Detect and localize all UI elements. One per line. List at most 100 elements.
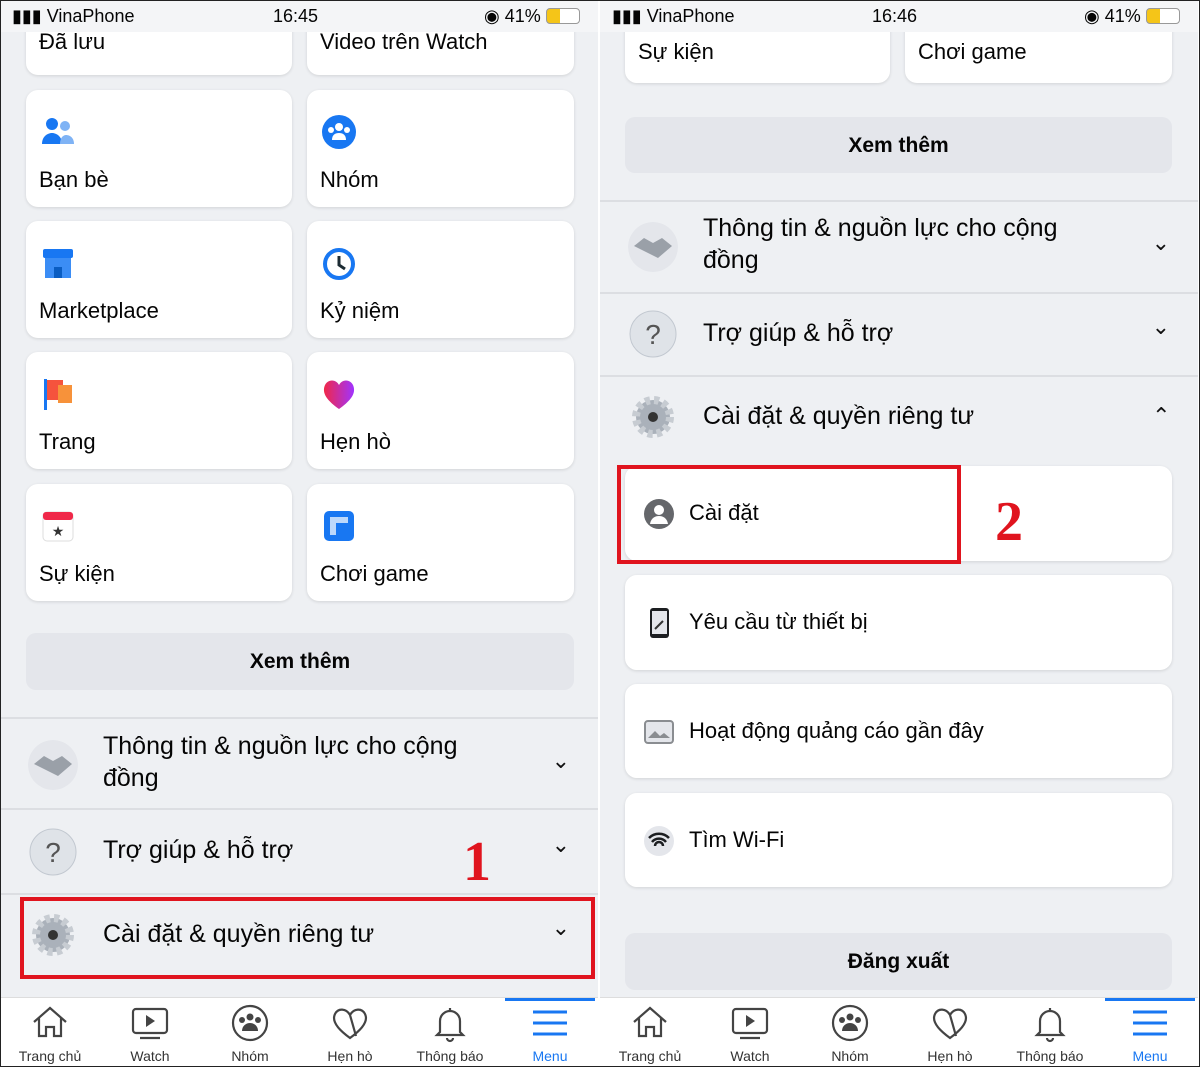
tab-label: Trang chủ xyxy=(18,1048,82,1064)
tab-menu[interactable]: Menu xyxy=(500,998,598,1067)
highlight-box xyxy=(20,897,595,979)
tab-label: Menu xyxy=(532,1048,568,1064)
section-settings-privacy[interactable]: Cài đặt & quyền riêng tư ⌄ xyxy=(600,377,1198,459)
device-requests-item[interactable]: Yêu cầu từ thiết bị xyxy=(625,575,1172,670)
card-label: Sự kiện xyxy=(638,39,714,64)
tab-watch[interactable]: Watch xyxy=(700,998,800,1067)
help-icon: ? xyxy=(29,828,77,876)
memories-icon xyxy=(323,248,355,280)
notifications-icon xyxy=(1034,1008,1066,1043)
tab-home[interactable]: Trang chủ xyxy=(0,998,100,1067)
menu-icon xyxy=(533,1010,567,1036)
flag-icon xyxy=(44,379,72,410)
chevron-up-icon: ⌄ xyxy=(1151,402,1170,427)
divider xyxy=(0,717,598,719)
panel-separator xyxy=(598,0,600,1067)
groups-icon xyxy=(322,115,356,149)
tab-dating[interactable]: Hẹn hò xyxy=(900,998,1000,1067)
tab-groups[interactable]: Nhóm xyxy=(200,998,300,1067)
card-label: Chơi game xyxy=(320,561,429,586)
find-wifi-item[interactable]: Tìm Wi-Fi xyxy=(625,793,1172,887)
card-label: Trang xyxy=(39,429,96,454)
tab-menu[interactable]: Menu xyxy=(1100,998,1198,1067)
card-label: Chơi game xyxy=(918,39,1027,64)
right-screen: ▮▮▮ VinaPhone 16:46 ◉ 41% Sự kiện Chơi g… xyxy=(600,0,1198,1067)
chevron-down-icon: ⌄ xyxy=(551,748,570,773)
menu-card-pages[interactable]: Trang xyxy=(26,352,292,469)
section-label: Trợ giúp & hỗ trợ xyxy=(103,836,294,864)
svg-text:?: ? xyxy=(645,319,661,350)
dating-icon xyxy=(333,1008,367,1040)
section-label: Trợ giúp & hỗ trợ xyxy=(703,319,894,347)
tab-groups[interactable]: Nhóm xyxy=(800,998,900,1067)
step-number: 2 xyxy=(995,491,1023,553)
tab-notifications[interactable]: Thông báo xyxy=(1000,998,1100,1067)
card-label: Sự kiện xyxy=(39,561,115,586)
tab-home[interactable]: Trang chủ xyxy=(600,998,700,1067)
section-help-support[interactable]: ? Trợ giúp & hỗ trợ ⌄ xyxy=(0,810,598,893)
card-label: Đã lưu xyxy=(39,29,106,54)
device-icon xyxy=(650,608,669,638)
see-more-button[interactable]: Xem thêm xyxy=(625,117,1172,173)
card-label: Hẹn hò xyxy=(320,429,391,454)
menu-card-gaming[interactable]: Chơi game xyxy=(307,484,574,601)
menu-card-events[interactable]: ★ Sự kiện xyxy=(26,484,292,601)
friends-icon xyxy=(42,118,74,144)
left-screen: ▮▮▮ VinaPhone ︎ 16:45 ◉ 41% Đã lưu Video… xyxy=(0,0,598,1067)
section-label: Cài đặt & quyền riêng tư xyxy=(703,402,975,430)
tab-watch[interactable]: Watch xyxy=(100,998,200,1067)
tab-label: Watch xyxy=(730,1048,770,1064)
menu-icon xyxy=(1133,1010,1167,1036)
carrier: ▮▮▮ VinaPhone xyxy=(612,6,735,26)
home-icon xyxy=(633,1006,667,1038)
notifications-icon xyxy=(434,1008,466,1043)
card-label: Bạn bè xyxy=(39,167,109,192)
chevron-down-icon: ⌄ xyxy=(551,832,570,857)
dating-icon xyxy=(933,1008,967,1040)
heart-icon xyxy=(323,380,355,409)
section-label: đồng xyxy=(103,764,159,792)
card-label: Kỷ niệm xyxy=(320,298,400,323)
section-label: Thông tin & nguồn lực cho cộng xyxy=(703,214,1058,242)
watch-icon xyxy=(731,1007,769,1040)
watch-icon xyxy=(131,1007,169,1040)
menu-card-dating[interactable]: Hẹn hò xyxy=(307,352,574,469)
section-community-resources[interactable]: Thông tin & nguồn lực cho cộng đồng ⌄ xyxy=(600,202,1198,292)
wifi-icon xyxy=(644,826,674,856)
gaming-icon xyxy=(324,511,354,541)
item-label: Tìm Wi-Fi xyxy=(689,827,785,852)
menu-card-memories[interactable]: Kỷ niệm xyxy=(307,221,574,338)
logout-button[interactable]: Đăng xuất xyxy=(625,933,1172,990)
svg-text:?: ? xyxy=(45,837,61,868)
calendar-icon: ★ xyxy=(42,511,74,542)
recent-ad-activity-item[interactable]: Hoạt động quảng cáo gần đây xyxy=(625,684,1172,778)
card-label: Video trên Watch xyxy=(320,29,488,54)
battery: ◉ 41% xyxy=(484,6,580,27)
card-label: Marketplace xyxy=(39,298,159,323)
tab-notifications[interactable]: Thông báo xyxy=(400,998,500,1067)
clock: 16:46 xyxy=(872,6,918,26)
chevron-down-icon: ⌄ xyxy=(1151,314,1170,339)
groups-icon xyxy=(231,1004,269,1042)
tab-label: Hẹn hò xyxy=(327,1048,373,1064)
see-more-button[interactable]: Xem thêm xyxy=(26,633,574,690)
menu-card-marketplace[interactable]: Marketplace xyxy=(26,221,292,338)
clock: 16:45 xyxy=(273,6,319,26)
menu-card-friends[interactable]: Bạn bè xyxy=(26,90,292,207)
gear-icon xyxy=(632,396,674,438)
tab-label: Trang chủ xyxy=(618,1048,682,1064)
tab-dating[interactable]: Hẹn hò xyxy=(300,998,400,1067)
status-bar: ▮▮▮ VinaPhone 16:46 ◉ 41% xyxy=(600,0,1198,32)
menu-card-groups[interactable]: Nhóm xyxy=(307,90,574,207)
bottom-tab-bar: Trang chủ Watch Nhóm Hẹn hò Thông báo Menu xyxy=(0,997,598,1067)
carrier: ▮▮▮ VinaPhone ︎ xyxy=(12,6,140,26)
tab-label: Nhóm xyxy=(231,1048,269,1064)
section-help-support[interactable]: ? Trợ giúp & hỗ trợ ⌄ xyxy=(600,294,1198,375)
help-icon: ? xyxy=(629,310,677,358)
tab-label: Hẹn hò xyxy=(927,1048,973,1064)
handshake-icon xyxy=(28,740,78,790)
item-label: Hoạt động quảng cáo gần đây xyxy=(689,718,984,743)
section-community-resources[interactable]: Thông tin & nguồn lực cho cộng đồng ⌄ xyxy=(0,720,598,808)
svg-text:★: ★ xyxy=(52,523,65,539)
item-label: Yêu cầu từ thiết bị xyxy=(689,609,868,634)
